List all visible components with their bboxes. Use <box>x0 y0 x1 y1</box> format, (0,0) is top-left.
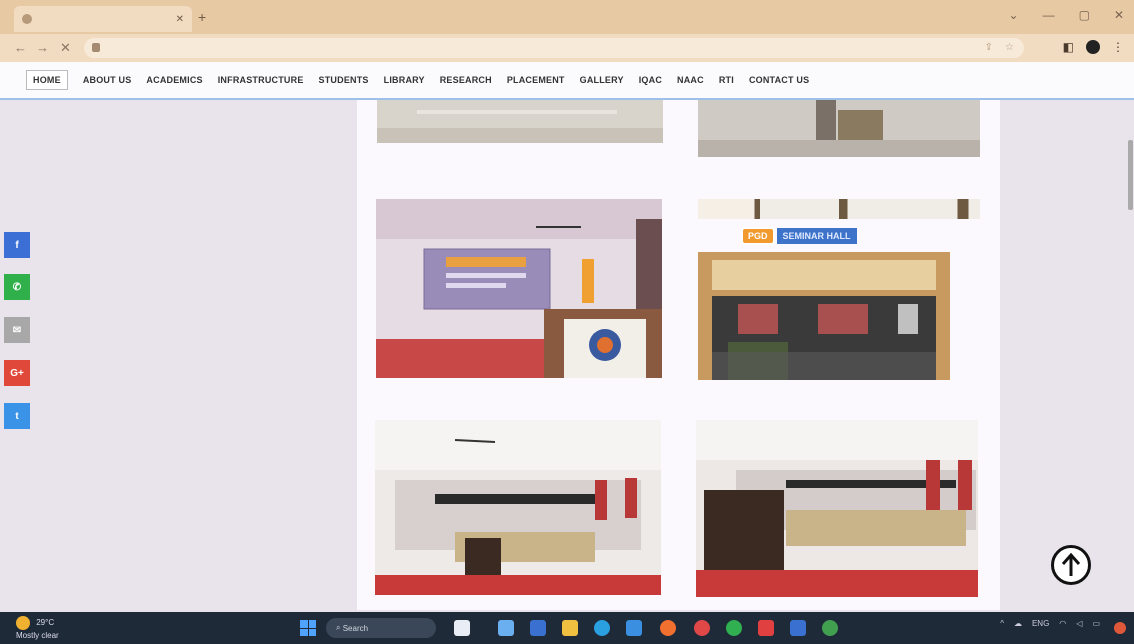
chevron-down-icon[interactable]: ⌄ <box>1009 8 1019 22</box>
google-plus-button[interactable]: G+ <box>4 360 30 386</box>
profile-avatar[interactable] <box>1086 40 1100 54</box>
os-taskbar: 29°C Mostly clear ⌕ Search ^ ☁ ENG ◠ ◁ ▭ <box>0 612 1134 644</box>
start-button[interactable] <box>300 620 316 636</box>
nav-students[interactable]: STUDENTS <box>319 75 369 85</box>
menu-icon[interactable]: ⋮ <box>1112 40 1124 54</box>
sidebar-icon[interactable]: ◧ <box>1063 40 1074 54</box>
search-label: Search <box>342 623 369 633</box>
google-plus-icon: G+ <box>10 367 24 379</box>
email-button[interactable]: ✉ <box>4 317 30 343</box>
volume-icon[interactable]: ◁ <box>1076 619 1082 628</box>
battery-icon[interactable]: ▭ <box>1092 619 1100 628</box>
app-icon[interactable] <box>530 620 546 636</box>
nav-research[interactable]: RESEARCH <box>440 75 492 85</box>
forward-icon[interactable]: → <box>36 40 49 55</box>
edge-icon[interactable] <box>594 620 610 636</box>
gallery-photo[interactable] <box>375 420 661 595</box>
app-icon[interactable] <box>758 620 774 636</box>
seminar-hall-label: PGD SEMINAR HALL <box>741 227 857 245</box>
notification-icon[interactable] <box>1114 622 1126 634</box>
chevron-up-icon[interactable]: ^ <box>1000 619 1004 628</box>
site-nav: HOME ABOUT US ACADEMICS INFRASTRUCTURE S… <box>0 62 1134 100</box>
nav-iqac[interactable]: IQAC <box>639 75 662 85</box>
back-icon[interactable]: ← <box>14 40 27 55</box>
arrow-up-icon <box>1061 552 1081 576</box>
reload-icon[interactable]: ✕ <box>60 40 71 56</box>
lock-icon <box>92 43 100 52</box>
bookmark-star-icon[interactable]: ☆ <box>1005 42 1014 53</box>
whatsapp-icon: ✆ <box>12 281 22 293</box>
favicon-icon <box>22 14 32 24</box>
share-icon[interactable]: ⇪ <box>985 42 993 53</box>
twitter-icon: t <box>15 410 19 422</box>
weather-icon <box>16 616 30 630</box>
nav-rti[interactable]: RTI <box>719 75 734 85</box>
page-scrollbar[interactable] <box>1128 140 1133 210</box>
new-tab-button[interactable]: + <box>198 9 206 25</box>
wifi-icon[interactable]: ◠ <box>1059 619 1066 628</box>
language-indicator[interactable]: ENG <box>1032 619 1049 628</box>
gallery-photo[interactable] <box>696 420 978 597</box>
gallery-photo[interactable] <box>698 252 950 380</box>
email-icon: ✉ <box>12 324 22 336</box>
window-controls: ⌄ — ▢ ✕ <box>1009 8 1124 22</box>
firefox-icon[interactable] <box>660 620 676 636</box>
nav-placement[interactable]: PLACEMENT <box>507 75 565 85</box>
weather-desc: Mostly clear <box>16 631 59 640</box>
gallery-photo[interactable] <box>698 100 980 157</box>
nav-home[interactable]: HOME <box>26 70 68 90</box>
chrome-icon[interactable] <box>822 620 838 636</box>
nav-library[interactable]: LIBRARY <box>384 75 425 85</box>
system-tray: ^ ☁ ENG ◠ ◁ ▭ <box>1000 619 1100 628</box>
weather-widget[interactable]: 29°C Mostly clear <box>16 616 59 641</box>
whatsapp-button[interactable]: ✆ <box>4 274 30 300</box>
nav-naac[interactable]: NAAC <box>677 75 704 85</box>
browser-toolbar: ← → ✕ ⇪ ☆ ◧ ⋮ <box>0 34 1134 62</box>
pgd-badge: PGD <box>741 227 775 245</box>
file-explorer-icon[interactable] <box>562 620 578 636</box>
browser-tab[interactable]: ✕ <box>14 6 192 32</box>
app-icon[interactable] <box>694 620 710 636</box>
seminar-hall-title: SEMINAR HALL <box>776 228 857 244</box>
browser-tab-bar: ✕ + ⌄ — ▢ ✕ <box>0 0 1134 34</box>
address-bar[interactable]: ⇪ ☆ <box>84 38 1024 58</box>
scroll-to-top-button[interactable] <box>1051 545 1091 585</box>
search-icon: ⌕ <box>336 623 343 632</box>
app-icon[interactable] <box>790 620 806 636</box>
gallery-photo[interactable] <box>377 100 663 143</box>
nav-about-us[interactable]: ABOUT US <box>83 75 132 85</box>
minimize-button[interactable]: — <box>1043 8 1055 22</box>
facebook-icon: f <box>15 239 19 251</box>
close-tab-icon[interactable]: ✕ <box>176 14 184 25</box>
photo-banner-strip <box>698 199 980 219</box>
twitter-button[interactable]: t <box>4 403 30 429</box>
weather-temp: 29°C <box>36 618 55 628</box>
store-icon[interactable] <box>626 620 642 636</box>
taskbar-search[interactable]: ⌕ Search <box>326 618 436 638</box>
network-icon[interactable]: ☁ <box>1014 619 1022 628</box>
app-icon[interactable] <box>498 620 514 636</box>
nav-academics[interactable]: ACADEMICS <box>146 75 202 85</box>
nav-infrastructure[interactable]: INFRASTRUCTURE <box>218 75 304 85</box>
whatsapp-icon[interactable] <box>726 620 742 636</box>
close-window-button[interactable]: ✕ <box>1114 8 1124 22</box>
maximize-button[interactable]: ▢ <box>1079 8 1090 22</box>
gallery-photo[interactable] <box>376 199 662 378</box>
facebook-button[interactable]: f <box>4 232 30 258</box>
task-view-icon[interactable] <box>454 620 470 636</box>
nav-contact-us[interactable]: CONTACT US <box>749 75 809 85</box>
nav-gallery[interactable]: GALLERY <box>580 75 624 85</box>
